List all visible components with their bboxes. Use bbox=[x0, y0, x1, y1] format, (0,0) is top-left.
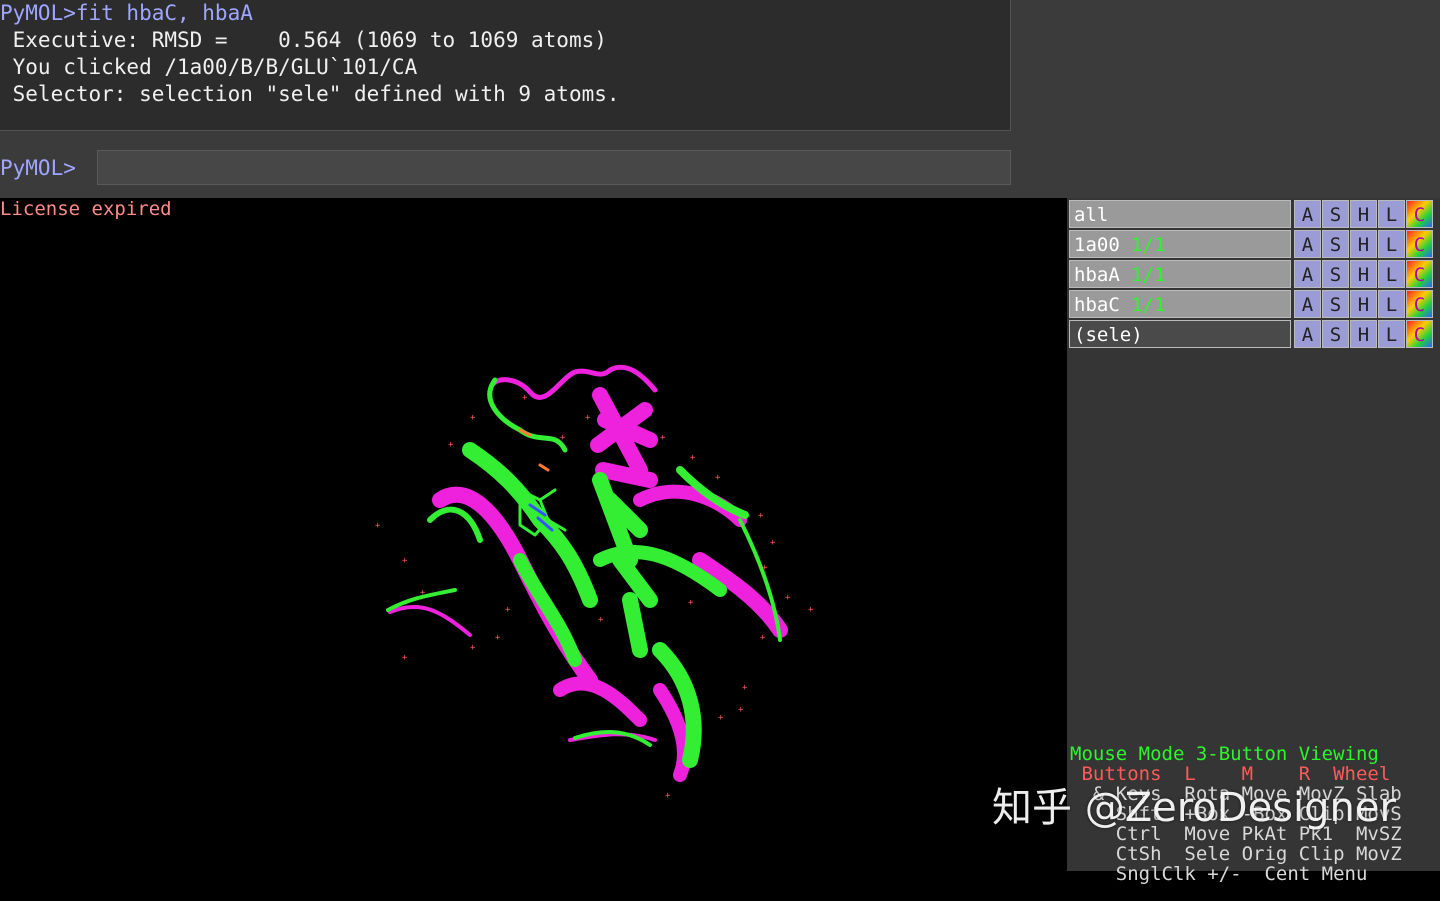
svg-text:+: + bbox=[522, 393, 528, 403]
object-name[interactable]: hbaA 1/1 bbox=[1069, 260, 1291, 288]
color-button[interactable]: C bbox=[1406, 320, 1433, 348]
label-button[interactable]: L bbox=[1378, 200, 1405, 228]
protein-cartoon: + + + + + + + + + + + + + + + + + + + + + + + + + + + bbox=[375, 364, 814, 801]
3d-viewer[interactable]: + + + + + + + + + + + + + + + + + + + + + + + + + + + Lice… bbox=[0, 198, 1067, 871]
svg-text:+: + bbox=[742, 683, 748, 693]
action-button[interactable]: A bbox=[1294, 260, 1321, 288]
hide-button[interactable]: H bbox=[1350, 230, 1377, 258]
action-button[interactable]: A bbox=[1294, 320, 1321, 348]
label-button[interactable]: L bbox=[1378, 260, 1405, 288]
svg-text:+: + bbox=[760, 633, 766, 643]
color-button[interactable]: C bbox=[1406, 230, 1433, 258]
object-name[interactable]: hbaC 1/1 bbox=[1069, 290, 1291, 318]
label-button[interactable]: L bbox=[1378, 230, 1405, 258]
svg-text:+: + bbox=[402, 653, 408, 663]
console-line: Selector: selection "sele" defined with … bbox=[0, 82, 620, 106]
mouse-mode-title[interactable]: Mouse Mode 3-Button Viewing bbox=[1070, 744, 1379, 764]
action-button[interactable]: A bbox=[1294, 230, 1321, 258]
object-row-1a00[interactable]: 1a00 1/1 A S H L C bbox=[1069, 230, 1437, 258]
svg-text:+: + bbox=[770, 538, 776, 548]
svg-text:+: + bbox=[762, 563, 768, 573]
show-button[interactable]: S bbox=[1322, 290, 1349, 318]
label-button[interactable]: L bbox=[1378, 290, 1405, 318]
svg-text:+: + bbox=[715, 473, 721, 483]
svg-text:+: + bbox=[785, 593, 791, 603]
svg-text:+: + bbox=[808, 605, 814, 615]
object-row-sele[interactable]: (sele) A S H L C bbox=[1069, 320, 1437, 348]
color-button[interactable]: C bbox=[1406, 260, 1433, 288]
svg-text:+: + bbox=[690, 453, 696, 463]
svg-text:+: + bbox=[505, 605, 511, 615]
hide-button[interactable]: H bbox=[1350, 260, 1377, 288]
ctrl-shift-row: CtSh Sele Orig Clip MovZ bbox=[1070, 843, 1402, 865]
object-row-hbaA[interactable]: hbaA 1/1 A S H L C bbox=[1069, 260, 1437, 288]
object-name[interactable]: (sele) bbox=[1069, 320, 1291, 348]
object-name[interactable]: all bbox=[1069, 200, 1291, 228]
console-line: PyMOL>fit hbaC, hbaA bbox=[0, 1, 253, 25]
object-row-all[interactable]: all A S H L C bbox=[1069, 200, 1437, 228]
svg-text:+: + bbox=[738, 705, 744, 715]
show-button[interactable]: S bbox=[1322, 230, 1349, 258]
color-button[interactable]: C bbox=[1406, 200, 1433, 228]
svg-text:+: + bbox=[560, 433, 566, 443]
label-button[interactable]: L bbox=[1378, 320, 1405, 348]
hide-button[interactable]: H bbox=[1350, 290, 1377, 318]
console-output: PyMOL>fit hbaC, hbaA Executive: RMSD = 0… bbox=[0, 0, 1011, 131]
svg-text:+: + bbox=[585, 413, 591, 423]
svg-text:+: + bbox=[420, 588, 426, 598]
hide-button[interactable]: H bbox=[1350, 320, 1377, 348]
watermark: 知乎 @ZeroDesigner bbox=[992, 785, 1396, 831]
hide-button[interactable]: H bbox=[1350, 200, 1377, 228]
object-name[interactable]: 1a00 1/1 bbox=[1069, 230, 1291, 258]
license-message: License expired bbox=[0, 198, 172, 220]
color-button[interactable]: C bbox=[1406, 290, 1433, 318]
svg-text:+: + bbox=[495, 633, 501, 643]
svg-text:+: + bbox=[758, 511, 764, 521]
svg-text:+: + bbox=[688, 598, 694, 608]
svg-text:+: + bbox=[660, 433, 666, 443]
svg-text:+: + bbox=[718, 713, 724, 723]
svg-text:+: + bbox=[665, 791, 671, 801]
action-button[interactable]: A bbox=[1294, 290, 1321, 318]
console-line: Executive: RMSD = 0.564 (1069 to 1069 at… bbox=[0, 28, 607, 52]
svg-text:+: + bbox=[448, 440, 454, 450]
action-button[interactable]: A bbox=[1294, 200, 1321, 228]
console-line: You clicked /1a00/B/B/GLU`101/CA bbox=[0, 55, 418, 79]
show-button[interactable]: S bbox=[1322, 320, 1349, 348]
svg-text:+: + bbox=[402, 556, 408, 566]
object-row-hbaC[interactable]: hbaC 1/1 A S H L C bbox=[1069, 290, 1437, 318]
svg-text:+: + bbox=[375, 521, 381, 531]
single-click-row: SnglClk +/- Cent Menu bbox=[1070, 863, 1368, 885]
show-button[interactable]: S bbox=[1322, 200, 1349, 228]
command-prompt-label: PyMOL> bbox=[0, 156, 76, 180]
command-input[interactable] bbox=[97, 150, 1011, 185]
svg-text:+: + bbox=[598, 615, 604, 625]
show-button[interactable]: S bbox=[1322, 260, 1349, 288]
svg-text:+: + bbox=[470, 413, 476, 423]
svg-text:+: + bbox=[470, 643, 476, 653]
